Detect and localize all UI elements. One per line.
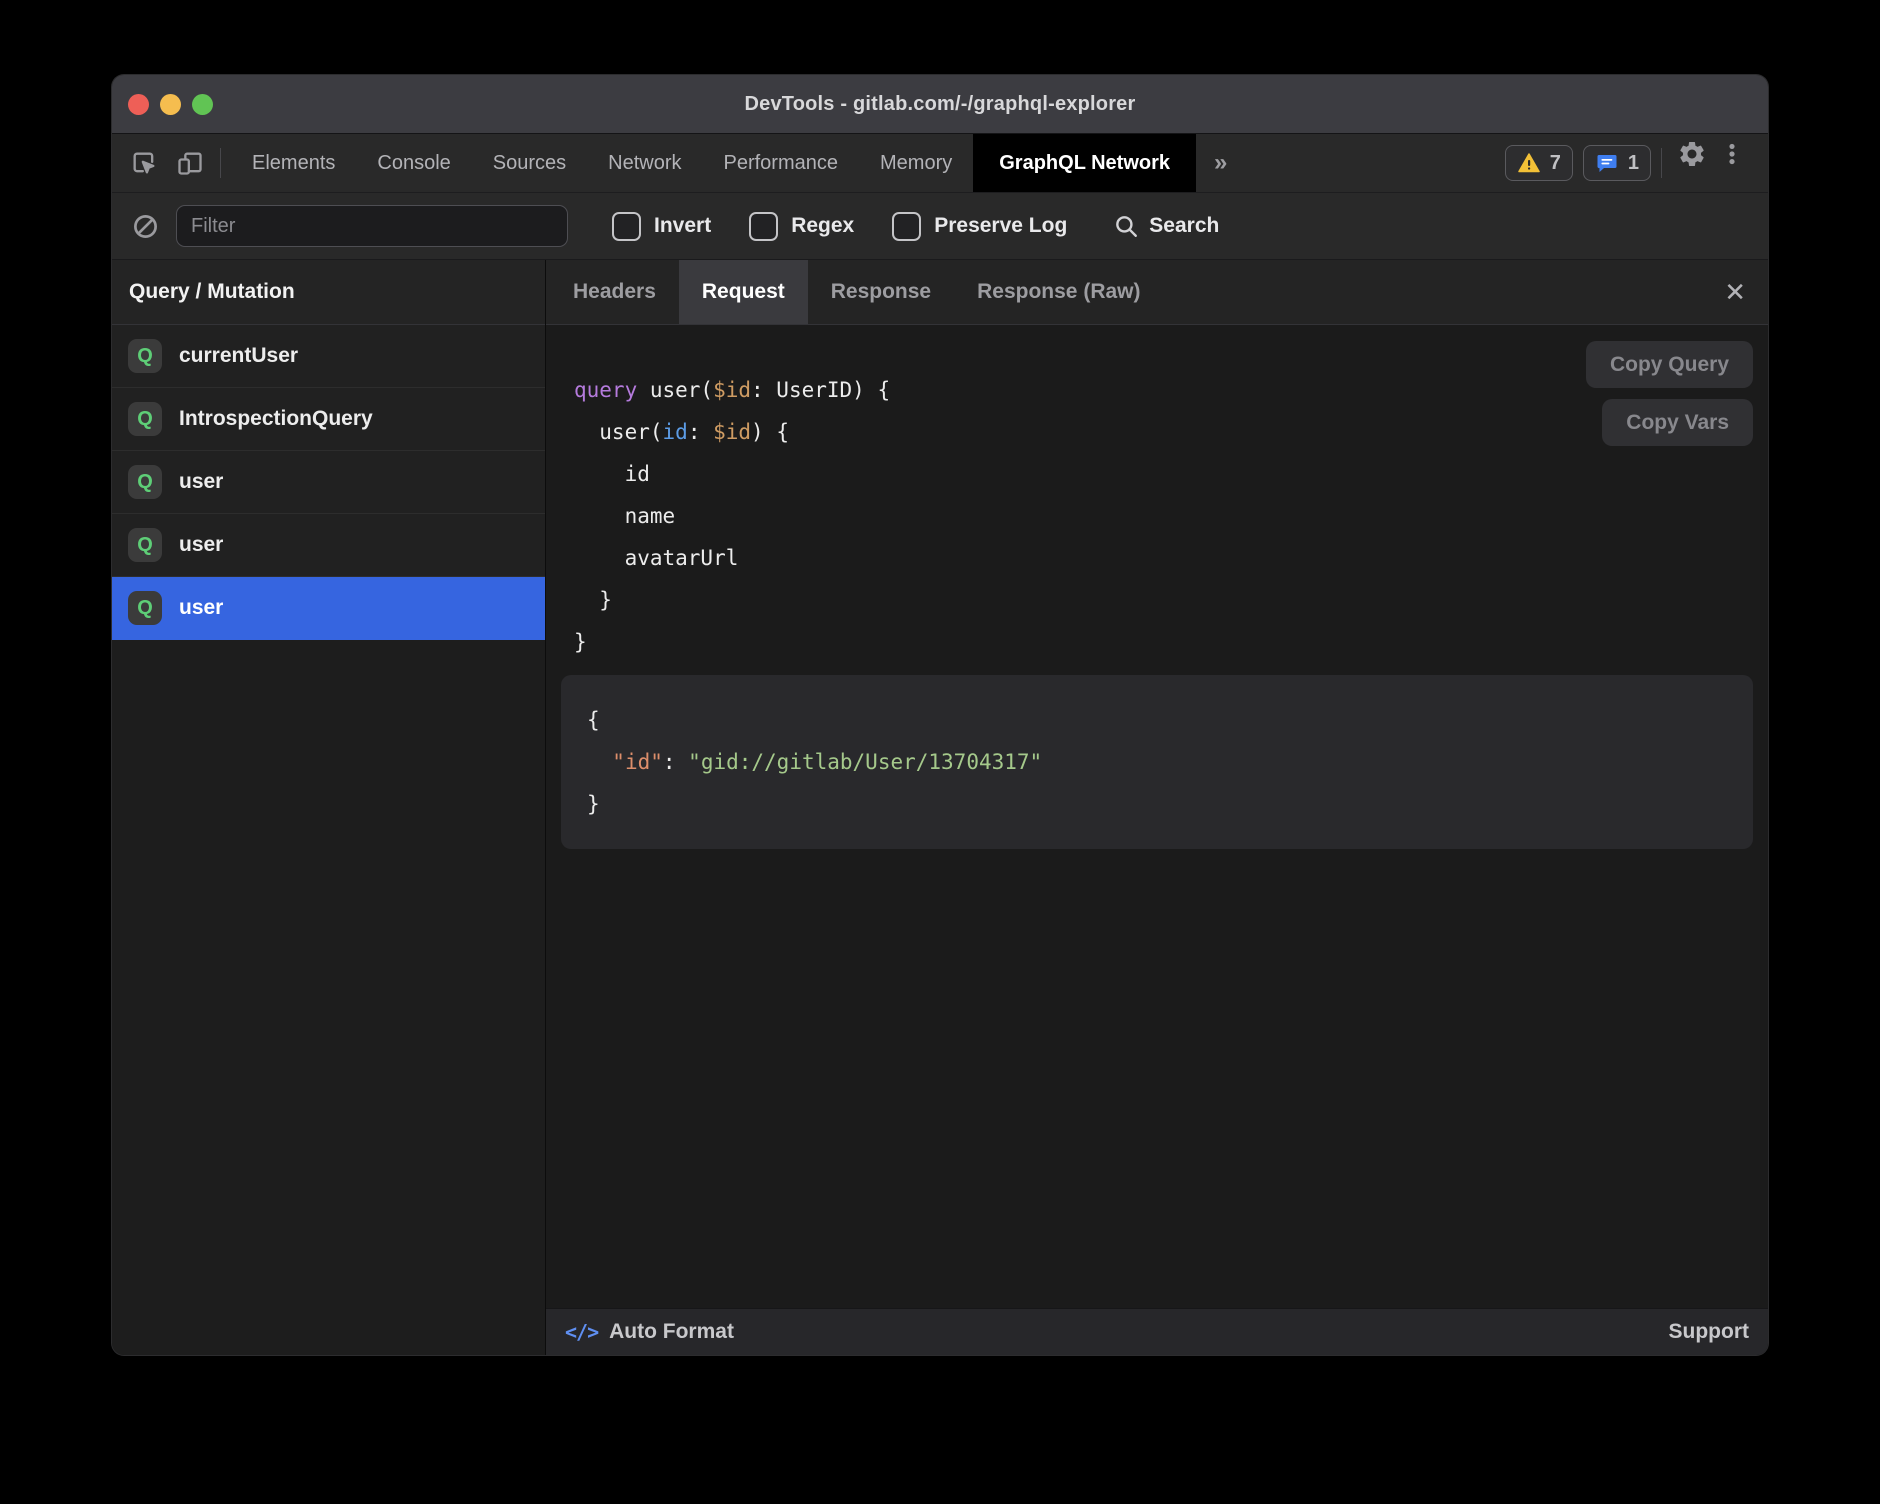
query-type-badge: Q (128, 339, 162, 373)
checkbox-box-preserve-log[interactable] (892, 212, 921, 241)
variables-json-code: { "id": "gid://gitlab/User/13704317"} (587, 699, 1729, 825)
tab-sources[interactable]: Sources (472, 134, 587, 192)
detail-tabbar: HeadersRequestResponseResponse (Raw) ✕ (546, 260, 1768, 325)
checkbox-label-preserve-log: Preserve Log (934, 214, 1067, 238)
checkbox-invert[interactable]: Invert (612, 212, 711, 241)
code-line: name (574, 495, 1753, 537)
query-list-item-1[interactable]: Q IntrospectionQuery (112, 388, 545, 451)
request-view: Copy Query Copy Vars query user($id: User… (546, 325, 1768, 1308)
tab-performance[interactable]: Performance (703, 134, 860, 192)
checkbox-box-invert[interactable] (612, 212, 641, 241)
search-control[interactable]: Search (1113, 213, 1219, 239)
code-line: user(id: $id) { (574, 411, 1753, 453)
detail-tab-request[interactable]: Request (679, 260, 808, 324)
main-tab-list: ElementsConsoleSourcesNetworkPerformance… (231, 134, 1196, 192)
code-line: id (574, 453, 1753, 495)
auto-format-button[interactable]: </> Auto Format (565, 1320, 734, 1344)
minimize-window-button[interactable] (160, 94, 181, 115)
window-title: DevTools - gitlab.com/-/graphql-explorer (112, 93, 1768, 116)
query-list-item-2[interactable]: Quser (112, 451, 545, 514)
close-window-button[interactable] (128, 94, 149, 115)
detail-tab-response-raw[interactable]: Response (Raw) (954, 260, 1163, 324)
auto-format-label: Auto Format (609, 1320, 734, 1344)
warning-icon (1517, 151, 1541, 175)
detail-tab-list: HeadersRequestResponseResponse (Raw) (550, 260, 1164, 324)
kebab-menu-icon[interactable] (1712, 134, 1752, 174)
code-line: } (574, 579, 1753, 621)
window-titlebar: DevTools - gitlab.com/-/graphql-explorer (112, 75, 1768, 134)
tab-network[interactable]: Network (587, 134, 702, 192)
filter-toolbar: Invert Regex Preserve Log Search (112, 193, 1768, 260)
checkbox-box-regex[interactable] (749, 212, 778, 241)
toolbar-left-icons (124, 134, 210, 192)
code-line: query user($id: UserID) { (574, 369, 1753, 411)
graphql-query-code: query user($id: UserID) { user(id: $id) … (561, 369, 1753, 663)
message-icon (1595, 151, 1619, 175)
fullscreen-window-button[interactable] (192, 94, 213, 115)
query-list-item-4[interactable]: Quser (112, 577, 545, 640)
copy-button-stack: Copy Query Copy Vars (1586, 341, 1753, 446)
query-sidebar: Query / Mutation QcurrentUserQIntrospect… (112, 260, 546, 1355)
warnings-badge[interactable]: 7 (1505, 145, 1573, 181)
copy-query-button[interactable]: Copy Query (1586, 341, 1753, 388)
filter-checkbox-group: Invert Regex Preserve Log (612, 212, 1067, 241)
issues-badge[interactable]: 1 (1583, 145, 1651, 181)
status-badges: 7 1 (1505, 134, 1651, 192)
query-name: user (179, 533, 223, 557)
inspect-element-icon[interactable] (124, 143, 164, 183)
query-type-badge: Q (128, 465, 162, 499)
detail-panel: HeadersRequestResponseResponse (Raw) ✕ C… (546, 260, 1768, 1355)
query-list-item-0[interactable]: QcurrentUser (112, 325, 545, 388)
issue-count: 1 (1628, 152, 1639, 175)
sidebar-header: Query / Mutation (112, 260, 545, 325)
device-toolbar-icon[interactable] (170, 143, 210, 183)
checkbox-regex[interactable]: Regex (749, 212, 854, 241)
toolbar-divider (220, 148, 221, 178)
query-type-badge: Q (128, 591, 162, 625)
devtools-window: DevTools - gitlab.com/-/graphql-explorer… (112, 75, 1768, 1355)
code-brackets-icon: </> (565, 1320, 598, 1344)
tab-elements[interactable]: Elements (231, 134, 356, 192)
code-line: } (587, 783, 1729, 825)
code-line: "id": "gid://gitlab/User/13704317" (587, 741, 1729, 783)
code-line: { (587, 699, 1729, 741)
query-list-item-3[interactable]: Quser (112, 514, 545, 577)
warning-count: 7 (1550, 152, 1561, 175)
checkbox-preserve-log[interactable]: Preserve Log (892, 212, 1067, 241)
detail-footer: </> Auto Format Support (546, 1308, 1768, 1355)
filter-input[interactable] (176, 205, 568, 247)
search-icon (1113, 213, 1139, 239)
content-area: Query / Mutation QcurrentUserQIntrospect… (112, 260, 1768, 1355)
tab-memory[interactable]: Memory (859, 134, 973, 192)
detail-tab-response[interactable]: Response (808, 260, 954, 324)
query-name: IntrospectionQuery (179, 407, 373, 431)
tabbar-spacer (1245, 134, 1504, 192)
clear-filter-icon[interactable] (130, 211, 160, 241)
checkbox-label-regex: Regex (791, 214, 854, 238)
more-tabs-chevron[interactable]: » (1196, 134, 1245, 192)
query-type-badge: Q (128, 402, 162, 436)
query-list: QcurrentUserQIntrospectionQueryQuserQuse… (112, 325, 545, 640)
detail-tab-headers[interactable]: Headers (550, 260, 679, 324)
tab-console[interactable]: Console (356, 134, 471, 192)
checkbox-label-invert: Invert (654, 214, 711, 238)
copy-vars-button[interactable]: Copy Vars (1602, 399, 1753, 446)
query-type-badge: Q (128, 528, 162, 562)
tab-graphql-network[interactable]: GraphQL Network (973, 134, 1196, 192)
close-panel-button[interactable]: ✕ (1724, 260, 1746, 324)
devtools-tabbar: ElementsConsoleSourcesNetworkPerformance… (112, 134, 1768, 193)
query-name: currentUser (179, 344, 298, 368)
search-label: Search (1149, 214, 1219, 238)
code-line: } (574, 621, 1753, 663)
support-link[interactable]: Support (1669, 1320, 1749, 1344)
settings-gear-icon[interactable] (1672, 134, 1712, 174)
traffic-lights (128, 75, 213, 133)
variables-box: { "id": "gid://gitlab/User/13704317"} (561, 675, 1753, 849)
query-name: user (179, 470, 223, 494)
badges-divider (1661, 148, 1662, 178)
code-line: avatarUrl (574, 537, 1753, 579)
query-name: user (179, 596, 223, 620)
